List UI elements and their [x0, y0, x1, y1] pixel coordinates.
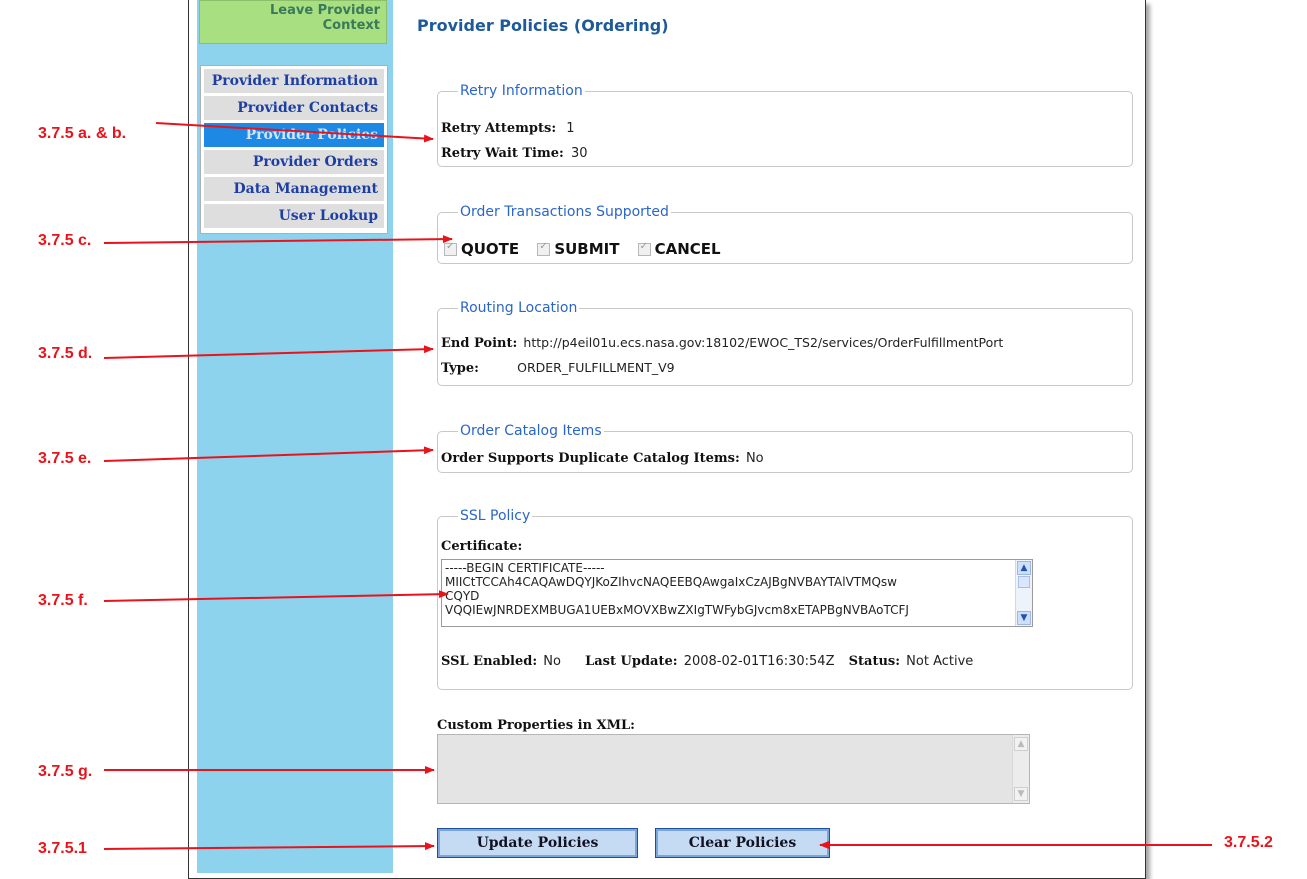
- arrow-a-b: [155, 122, 434, 143]
- arrow-e: [103, 446, 434, 462]
- arrow-f: [103, 590, 449, 602]
- annotation-arrows: [103, 122, 1212, 851]
- arrow-1: [103, 842, 435, 851]
- arrow-d: [103, 345, 434, 359]
- arrow-c: [103, 235, 453, 244]
